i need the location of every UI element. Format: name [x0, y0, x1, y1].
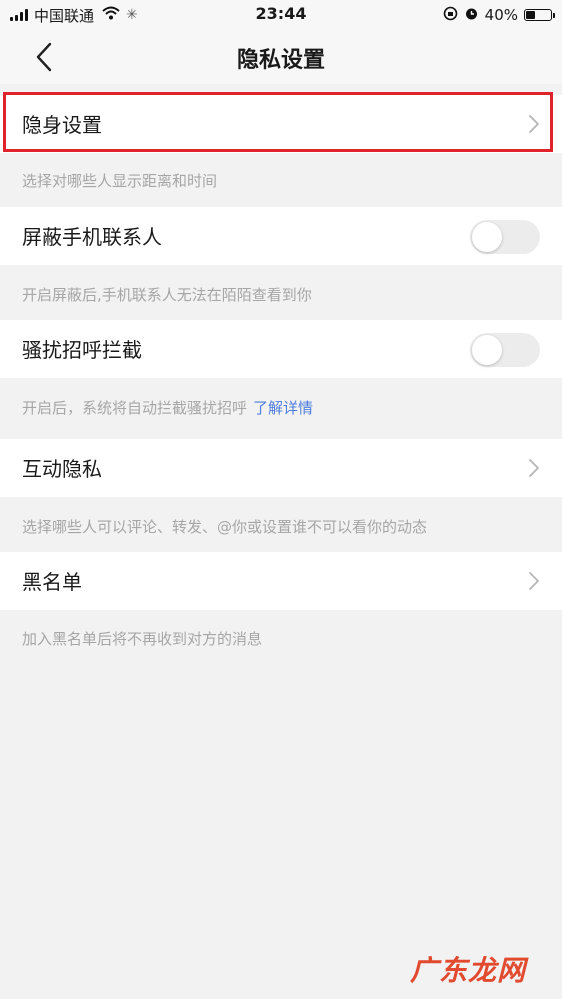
blacklist-row[interactable]: 黑名单 — [0, 552, 562, 610]
stealth-settings-row[interactable]: 隐身设置 — [0, 95, 562, 153]
battery-fill — [526, 11, 535, 19]
interaction-privacy-row[interactable]: 互动隐私 — [0, 439, 562, 497]
status-right: 40% — [443, 4, 555, 26]
watermark: 广东龙网 — [409, 954, 526, 987]
page-title: 隐私设置 — [236, 48, 325, 73]
row-label: 黑名单 — [22, 570, 82, 594]
chevron-right-icon — [529, 459, 539, 477]
toggle-knob — [472, 222, 502, 252]
toggle-knob — [472, 335, 502, 365]
row-label: 屏蔽手机联系人 — [22, 225, 162, 249]
harass-block-row: 骚扰招呼拦截 — [0, 320, 562, 378]
chevron-right-icon — [529, 115, 539, 133]
row-label: 互动隐私 — [22, 457, 102, 481]
block-contacts-toggle[interactable] — [470, 220, 540, 254]
blacklist-hint: 加入黑名单后将不再收到对方的消息 — [22, 630, 263, 648]
stealth-hint: 选择对哪些人显示距离和时间 — [22, 172, 218, 190]
block-contacts-hint: 开启屏蔽后,手机联系人无法在陌陌查看到你 — [22, 286, 312, 304]
harass-hint: 开启后，系统将自动拦截骚扰招呼 了解详情 — [22, 397, 313, 418]
row-label: 隐身设置 — [22, 113, 102, 137]
battery-percent: 40% — [484, 6, 518, 24]
status-bar: 中国联通 ✳ 23:44 40% — [0, 0, 562, 30]
battery-icon — [524, 9, 555, 21]
alarm-icon — [464, 6, 479, 25]
orientation-lock-icon — [443, 6, 458, 25]
nav-bar: 隐私设置 — [0, 30, 562, 84]
interaction-hint: 选择哪些人可以评论、转发、@你或设置谁不可以看你的动态 — [22, 518, 428, 536]
block-contacts-row: 屏蔽手机联系人 — [0, 207, 562, 265]
chevron-right-icon — [529, 572, 539, 590]
harass-hint-text: 开启后，系统将自动拦截骚扰招呼 — [22, 399, 248, 417]
learn-more-link[interactable]: 了解详情 — [253, 399, 313, 417]
row-label: 骚扰招呼拦截 — [22, 338, 142, 362]
harass-block-toggle[interactable] — [470, 333, 540, 367]
